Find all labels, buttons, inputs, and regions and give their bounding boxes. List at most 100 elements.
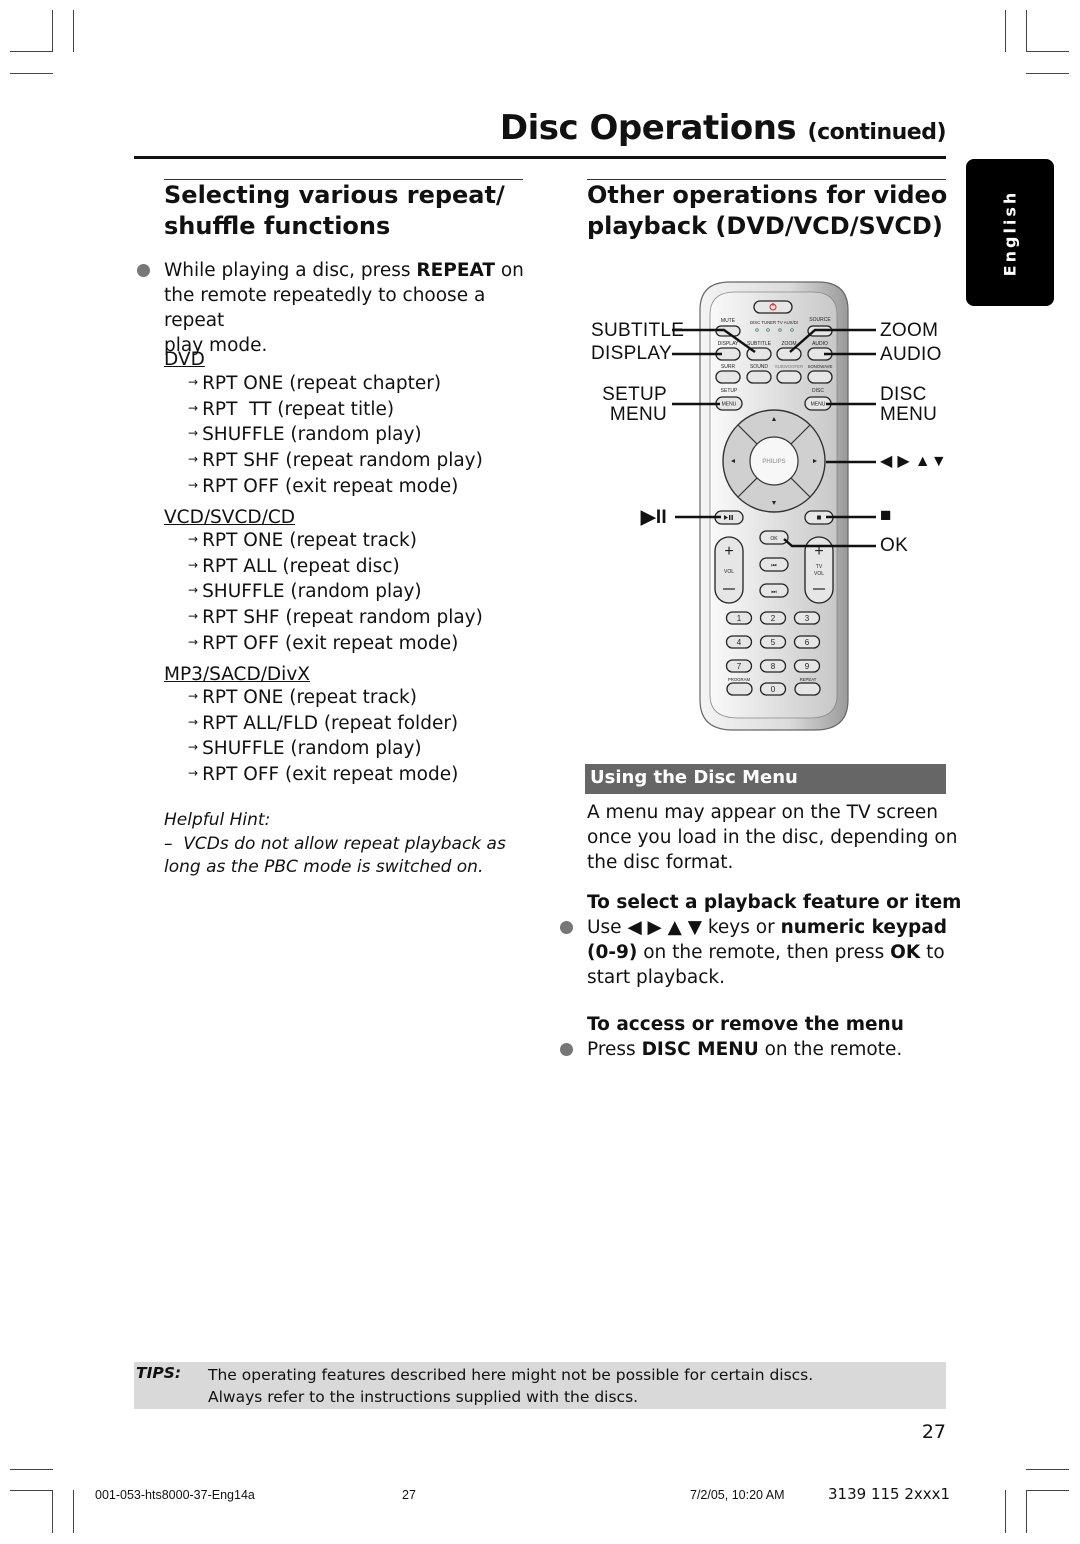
crop-mark [52, 1490, 53, 1533]
keypad-digit-label: 9 [805, 662, 810, 671]
ok-key-label: OK [770, 536, 778, 542]
footer-code: 3139 115 2xxx1 [828, 1485, 951, 1503]
footer-date: 7/2/05, 10:20 AM [690, 1488, 785, 1502]
subwoofer-button [776, 370, 802, 384]
subtitle-label: SUBTITLE [747, 341, 772, 347]
subsection-title: Using the Disc Menu [590, 767, 798, 788]
sound-label: SOUND [750, 364, 768, 370]
list-item: RPT ONE (repeat track) [188, 686, 458, 712]
repeat-button [794, 682, 821, 696]
heading-line: Selecting various repeat/ [164, 181, 505, 209]
disc-menu-intro: A menu may appear on the TV screen once … [587, 800, 957, 875]
bullet-icon [560, 921, 573, 934]
list-item: RPT SHF (repeat random play) [188, 449, 483, 475]
bullet-icon [560, 1043, 573, 1056]
sonowave-label: SONOWAVE [808, 364, 833, 369]
step-text: Press [587, 1039, 642, 1060]
callout-arrow-keys: ◀ ▶ ▲▼ [880, 453, 947, 470]
language-tab: English [966, 159, 1054, 306]
keypad-digit-label: 3 [805, 614, 810, 623]
subsection-header-disc-menu: Using the Disc Menu [585, 764, 946, 794]
intro-line: once you load in the disc, depending on [587, 827, 958, 848]
step-access-text: Press DISC MENU on the remote. [587, 1037, 902, 1062]
surr-button [715, 370, 741, 384]
mode-list-vcd: RPT ONE (repeat track) RPT ALL (repeat d… [188, 529, 483, 658]
helpful-hint: Helpful Hint: – VCDs do not allow repeat… [164, 809, 506, 880]
callout-ok: OK [880, 535, 909, 556]
section-heading-repeat: Selecting various repeat/ shuffle functi… [164, 180, 505, 242]
crop-mark [1026, 10, 1027, 52]
keypad-digit-label: 0 [771, 685, 776, 694]
svg-text:⏮: ⏮ [771, 563, 777, 570]
title-rule [134, 156, 946, 159]
keypad-digit-label: 4 [737, 638, 742, 647]
heading-line: Other operations for video [587, 181, 948, 209]
step-text: on the remote. [758, 1039, 903, 1060]
step-text: Use ◀ ▶ ▲ ▼ keys or [587, 917, 781, 938]
intro-text: the remote repeatedly to choose a repeat [164, 285, 486, 331]
step-text-bold: OK [890, 942, 921, 963]
crop-mark [1026, 1469, 1069, 1470]
step-text: on the remote, then press [637, 942, 891, 963]
step-text-bold: (0-9) [587, 942, 638, 963]
source-label: SOURCE [809, 317, 831, 323]
program-label: PROGRAM [728, 677, 751, 682]
footer-page: 27 [402, 1488, 416, 1502]
keypad-digit-label: 5 [771, 638, 776, 647]
zoom-button [776, 347, 802, 361]
crop-mark [52, 10, 53, 52]
hint-text: – VCDs do not allow repeat playback as [164, 833, 506, 854]
list-item: SHUFFLE (random play) [188, 580, 483, 606]
tv-vol-label-2: VOL [814, 571, 824, 577]
callout-display: DISPLAY [591, 343, 672, 364]
intro-text: play mode. [164, 335, 268, 356]
step-text: start playback. [587, 967, 725, 988]
list-item: SHUFFLE (random play) [188, 423, 483, 449]
tips-box: TIPS: The operating features described h… [134, 1362, 946, 1409]
language-tab-label: English [1000, 189, 1020, 277]
hint-text: long as the PBC mode is switched on. [164, 857, 484, 877]
svg-text:+: + [724, 543, 733, 560]
tv-vol-label-1: TV [816, 564, 823, 570]
sources-label: DISC TUNER TV AUX/DI [750, 320, 798, 325]
heading-line: playback (DVD/VCD/SVCD) [587, 212, 943, 240]
callout-setup-menu: MENU [609, 404, 667, 425]
keypad-digit-label: 6 [805, 638, 810, 647]
list-item: RPT ONE (repeat chapter) [188, 372, 483, 398]
list-item: RPT ALL/FLD (repeat folder) [188, 712, 458, 738]
step-select-title: To select a playback feature or item [587, 892, 962, 913]
power-button [753, 300, 793, 314]
sound-button [746, 370, 772, 384]
crop-mark [1026, 73, 1069, 74]
crop-mark [10, 51, 53, 52]
list-item: RPT OFF (exit repeat mode) [188, 632, 483, 658]
callout-zoom: ZOOM [880, 320, 939, 341]
step-access-title: To access or remove the menu [587, 1014, 904, 1035]
callout-audio: AUDIO [880, 344, 942, 365]
zoom-label: ZOOM [782, 341, 797, 347]
sonowave-button [807, 370, 833, 384]
heading-line: shuffle functions [164, 212, 391, 240]
footer-file: 001-053-hts8000-37-Eng14a [95, 1488, 255, 1502]
step-select-text: Use ◀ ▶ ▲ ▼ keys or numeric keypad (0-9)… [587, 915, 947, 990]
disc-menu-key-label: MENU [811, 402, 826, 408]
keypad-digit-label: 8 [771, 662, 776, 671]
crop-mark [10, 1490, 53, 1491]
step-text-bold: DISC MENU [641, 1039, 759, 1060]
repeat-intro: While playing a disc, press REPEAT on th… [164, 258, 534, 358]
repeat-label: REPEAT [800, 677, 817, 682]
callout-stop: ■ [880, 505, 892, 526]
page-title-text: Disc Operations [499, 108, 797, 148]
tips-line: The operating features described here mi… [208, 1366, 814, 1384]
setup-label: SETUP [721, 388, 738, 394]
callout-subtitle: SUBTITLE [591, 320, 685, 341]
list-item: RPT OFF (exit repeat mode) [188, 475, 483, 501]
hint-title: Helpful Hint: [164, 810, 271, 830]
crop-mark [1026, 51, 1069, 52]
page-title: Disc Operations (continued) [0, 108, 947, 148]
category-label-dvd: DVD [164, 349, 205, 370]
step-text-bold: numeric keypad [780, 917, 948, 938]
list-item: RPT OFF (exit repeat mode) [188, 763, 458, 789]
crop-mark [1005, 1490, 1006, 1533]
program-button [726, 682, 753, 696]
